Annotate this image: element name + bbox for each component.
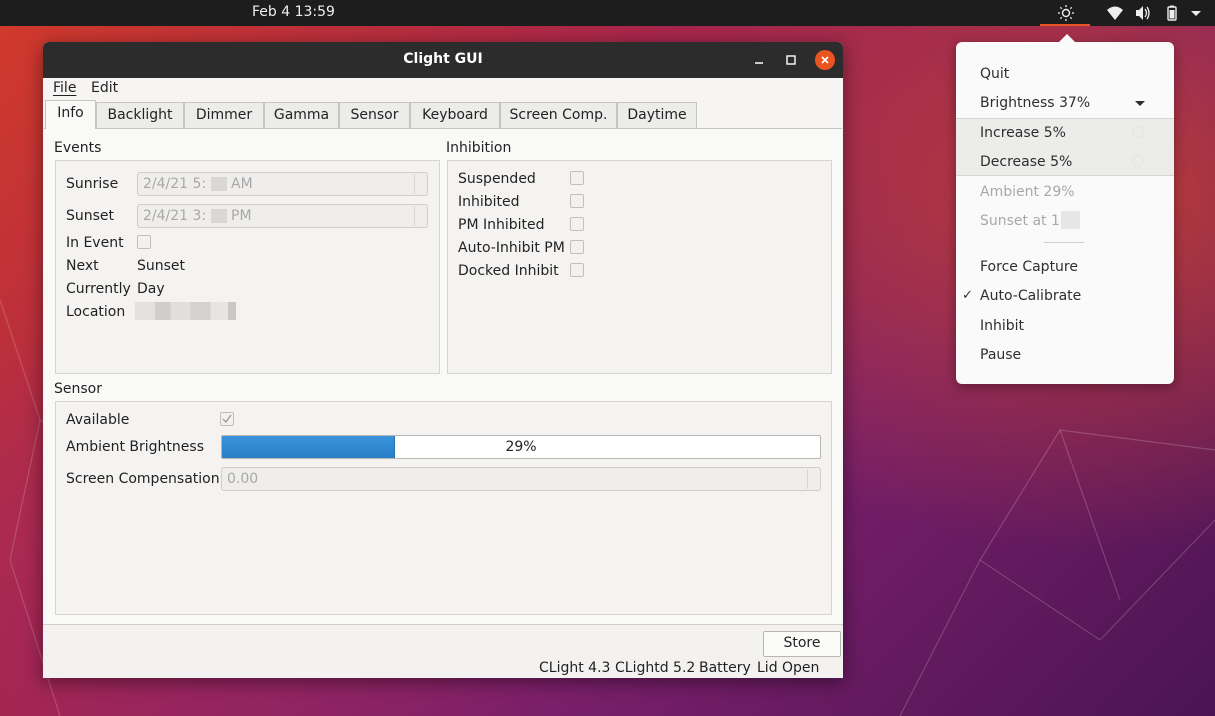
ambient-brightness-progress: 29% <box>221 435 821 459</box>
brightness-icon[interactable] <box>1057 4 1075 22</box>
menu-item-auto-calibrate[interactable]: Auto-Calibrate <box>980 288 1081 304</box>
inhibition-item-label: Inhibited <box>458 194 520 210</box>
tab-dimmer[interactable]: Dimmer <box>184 102 264 128</box>
menu-item-quit[interactable]: Quit <box>980 66 1009 82</box>
tab-gamma[interactable]: Gamma <box>264 102 339 128</box>
sensor-group-label: Sensor <box>54 381 102 397</box>
menu-file[interactable]: File <box>53 80 76 96</box>
menubar: File Edit <box>43 78 843 100</box>
sunset-datetime-field[interactable]: 2/4/21 3: PM <box>137 204 428 228</box>
next-label: Next <box>66 258 99 274</box>
currently-value: Day <box>137 281 165 297</box>
sunset-value: 2/4/21 3: <box>143 208 207 224</box>
clight-gui-window: Clight GUI File Edit Events Sunrise 2/4/… <box>43 42 843 678</box>
redacted-block <box>210 209 227 223</box>
events-group-label: Events <box>54 140 102 156</box>
tab-daytime[interactable]: Daytime <box>617 102 697 128</box>
sensor-group-box <box>55 401 832 615</box>
status-lid-state: Lid Open <box>757 660 820 676</box>
redacted-block <box>1061 211 1080 229</box>
sunset-spin-buttons[interactable] <box>414 206 426 226</box>
inhibition-item-label: Suspended <box>458 171 536 187</box>
chevron-down-icon[interactable] <box>1134 99 1146 109</box>
tray-menu-arrow <box>1058 34 1076 43</box>
store-button[interactable]: Store <box>763 631 841 657</box>
docked-inhibit-checkbox[interactable] <box>570 263 584 277</box>
menu-item-force-capture[interactable]: Force Capture <box>980 259 1078 275</box>
available-label: Available <box>66 412 130 428</box>
sunrise-suffix: AM <box>231 176 253 192</box>
pm-inhibited-checkbox[interactable] <box>570 217 584 231</box>
menu-item-inhibit[interactable]: Inhibit <box>980 318 1024 334</box>
sunset-label: Sunset <box>66 208 115 224</box>
in-event-label: In Event <box>66 235 124 251</box>
in-event-checkbox[interactable] <box>137 235 151 249</box>
next-value: Sunset <box>137 258 186 274</box>
battery-icon[interactable] <box>1163 4 1181 22</box>
volume-icon[interactable] <box>1134 4 1152 22</box>
tab-screen-comp[interactable]: Screen Comp. <box>500 102 617 128</box>
bottom-bar: Store CLight 4.3 CLightd 5.2 Battery Lid… <box>43 624 843 678</box>
check-icon: ✓ <box>962 288 973 303</box>
location-label: Location <box>66 304 126 320</box>
sunrise-datetime-field[interactable]: 2/4/21 5: AM <box>137 172 428 196</box>
sunrise-label: Sunrise <box>66 176 119 192</box>
menu-item-brightness[interactable]: Brightness 37% <box>980 95 1090 111</box>
screen-compensation-field[interactable]: 0.00 <box>221 467 821 491</box>
increase-radio-icon <box>1132 126 1144 138</box>
clock[interactable]: Feb 4 13:59 <box>252 4 335 20</box>
ambient-brightness-label: Ambient Brightness <box>66 439 204 455</box>
tray-menu: Quit Brightness 37% Increase 5% Decrease… <box>956 34 1174 384</box>
window-title: Clight GUI <box>403 51 483 67</box>
sunrise-value: 2/4/21 5: <box>143 176 207 192</box>
inhibition-item-label: Auto-Inhibit PM <box>458 240 565 256</box>
status-clight-version: CLight 4.3 <box>539 660 611 676</box>
sunset-suffix: PM <box>231 208 252 224</box>
tab-backlight[interactable]: Backlight <box>96 102 184 128</box>
screen-compensation-label: Screen Compensation <box>66 471 220 487</box>
inhibition-item-label: Docked Inhibit <box>458 263 559 279</box>
status-clightd-version: CLightd 5.2 <box>615 660 696 676</box>
menu-edit[interactable]: Edit <box>91 80 118 96</box>
progress-percent: 29% <box>505 439 537 455</box>
menu-item-pause[interactable]: Pause <box>980 347 1021 363</box>
info-tab-panel: Events Sunrise 2/4/21 5: AM Sunset 2/4/2… <box>44 128 842 624</box>
window-titlebar[interactable]: Clight GUI <box>43 42 843 78</box>
location-value-redacted <box>135 302 236 320</box>
screen-compensation-value: 0.00 <box>227 471 259 487</box>
redacted-block <box>210 177 227 191</box>
menu-item-sunset: Sunset at 15 <box>980 213 1069 229</box>
menu-item-decrease[interactable]: Decrease 5% <box>980 154 1072 170</box>
inhibition-item-label: PM Inhibited <box>458 217 545 233</box>
suspended-checkbox[interactable] <box>570 171 584 185</box>
menu-separator <box>1044 242 1084 243</box>
menu-item-ambient: Ambient 29% <box>980 184 1075 200</box>
sunrise-spin-buttons[interactable] <box>414 174 426 194</box>
tab-sensor[interactable]: Sensor <box>339 102 410 128</box>
auto-inhibit-pm-checkbox[interactable] <box>570 240 584 254</box>
currently-label: Currently <box>66 281 131 297</box>
tray-active-indicator <box>1040 24 1090 26</box>
available-checkbox[interactable] <box>220 412 234 426</box>
checkmark-icon <box>222 414 232 424</box>
minimize-icon[interactable] <box>749 50 769 70</box>
close-icon[interactable] <box>815 50 835 70</box>
inhibition-group-label: Inhibition <box>446 140 512 156</box>
status-power-source: Battery <box>699 660 751 676</box>
tab-info[interactable]: Info <box>45 100 96 129</box>
wifi-icon[interactable] <box>1106 4 1124 22</box>
maximize-icon[interactable] <box>781 50 801 70</box>
system-menu-chevron-icon[interactable] <box>1187 4 1205 22</box>
decrease-radio-icon <box>1132 155 1144 167</box>
screen-compensation-spin-buttons[interactable] <box>807 469 819 489</box>
tab-keyboard[interactable]: Keyboard <box>410 102 500 128</box>
top-panel: Feb 4 13:59 <box>0 0 1215 26</box>
inhibited-checkbox[interactable] <box>570 194 584 208</box>
menu-item-increase[interactable]: Increase 5% <box>980 125 1066 141</box>
